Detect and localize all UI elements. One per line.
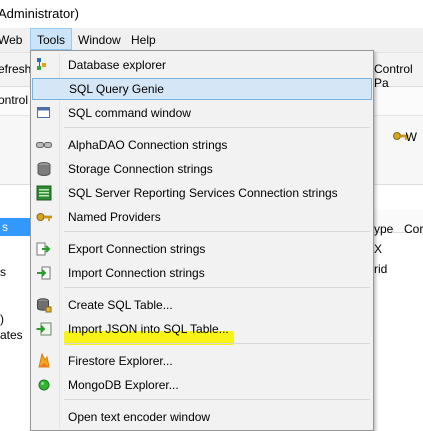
menu-web[interactable]: Web bbox=[0, 33, 22, 47]
firestore-icon bbox=[38, 353, 50, 368]
menu-item-label: AlphaDAO Connection strings bbox=[68, 138, 228, 152]
window-icon bbox=[37, 107, 50, 118]
menu-item-import-json-into-sql-table[interactable]: Import JSON into SQL Table... bbox=[31, 318, 373, 340]
import-json-icon bbox=[36, 322, 52, 336]
key-icon bbox=[36, 213, 52, 221]
ribbon-w-label[interactable]: W bbox=[406, 130, 417, 144]
left-pane-item[interactable]: s bbox=[0, 265, 6, 279]
menu-item-label: SQL Server Reporting Services Connection… bbox=[68, 186, 338, 200]
left-pane-item[interactable]: ) bbox=[0, 312, 4, 326]
import-icon bbox=[37, 266, 51, 280]
menu-item-label: Open text encoder window bbox=[68, 410, 211, 424]
refresh-button[interactable]: efresh bbox=[0, 62, 31, 76]
menu-item-label: MongoDB Explorer... bbox=[68, 378, 179, 392]
menu-item-named-providers[interactable]: Named Providers bbox=[31, 206, 373, 228]
connection-icon bbox=[36, 142, 52, 148]
menu-separator bbox=[64, 127, 370, 128]
menu-separator bbox=[64, 399, 370, 400]
menu-item-create-sql-table[interactable]: Create SQL Table... bbox=[31, 294, 373, 316]
left-pane-selected-item[interactable]: s bbox=[0, 218, 30, 236]
menu-separator bbox=[64, 343, 370, 344]
left-pane: s s ) ates bbox=[0, 190, 31, 431]
database-explorer-icon bbox=[37, 58, 46, 70]
menu-item-label: Storage Connection strings bbox=[68, 162, 213, 176]
grid-cell: X bbox=[374, 242, 383, 256]
menu-separator bbox=[64, 231, 370, 232]
menu-help[interactable]: Help bbox=[131, 33, 156, 47]
window-title: Administrator) bbox=[0, 6, 79, 21]
menu-item-label: SQL command window bbox=[68, 106, 191, 120]
menu-item-label: Import Connection strings bbox=[68, 266, 205, 280]
export-icon bbox=[36, 242, 51, 256]
control-panel-button[interactable]: Control Pa bbox=[374, 62, 423, 90]
menu-item-firestore-explorer[interactable]: Firestore Explorer... bbox=[31, 350, 373, 372]
menu-item-sql-command-window[interactable]: SQL command window bbox=[31, 102, 373, 124]
menu-item-storage-connection-strings[interactable]: Storage Connection strings bbox=[31, 158, 373, 180]
menu-tools[interactable]: Tools bbox=[30, 28, 73, 50]
menu-item-sql-query-genie[interactable]: SQL Query Genie bbox=[32, 78, 372, 100]
title-bar: Administrator) bbox=[0, 0, 423, 28]
menu-item-import-connection-strings[interactable]: Import Connection strings bbox=[31, 262, 373, 284]
menu-item-label: Import JSON into SQL Table... bbox=[68, 322, 229, 336]
menu-item-label: Firestore Explorer... bbox=[68, 354, 173, 368]
grid-cell: rid bbox=[374, 262, 388, 276]
menu-item-export-connection-strings[interactable]: Export Connection strings bbox=[31, 238, 373, 260]
menu-item-label: Database explorer bbox=[68, 58, 167, 72]
storage-icon bbox=[37, 162, 51, 176]
menu-item-alphadao-connection-strings[interactable]: AlphaDAO Connection strings bbox=[31, 134, 373, 156]
menu-item-label: Export Connection strings bbox=[68, 242, 206, 256]
tools-dropdown-menu: Database explorer SQL Query Genie SQL co… bbox=[30, 50, 374, 431]
menu-item-label: SQL Query Genie bbox=[69, 82, 164, 96]
menu-window[interactable]: Window bbox=[78, 33, 121, 47]
column-header-type[interactable]: ype bbox=[374, 222, 393, 236]
right-pane: ype Cor X rid bbox=[374, 210, 423, 431]
column-header-con[interactable]: Cor bbox=[404, 222, 423, 236]
menu-item-ssrs-connection-strings[interactable]: SQL Server Reporting Services Connection… bbox=[31, 182, 373, 204]
menu-item-database-explorer[interactable]: Database explorer bbox=[31, 54, 373, 76]
menu-item-open-text-encoder-window[interactable]: Open text encoder window bbox=[31, 406, 373, 428]
menu-item-label: Create SQL Table... bbox=[68, 298, 173, 312]
menu-separator bbox=[64, 287, 370, 288]
report-icon bbox=[36, 185, 52, 201]
menu-item-label: Named Providers bbox=[68, 210, 161, 224]
create-table-icon bbox=[37, 298, 52, 313]
mongodb-icon bbox=[38, 379, 50, 391]
left-pane-item[interactable]: ates bbox=[0, 328, 23, 342]
menu-item-mongodb-explorer[interactable]: MongoDB Explorer... bbox=[31, 374, 373, 396]
